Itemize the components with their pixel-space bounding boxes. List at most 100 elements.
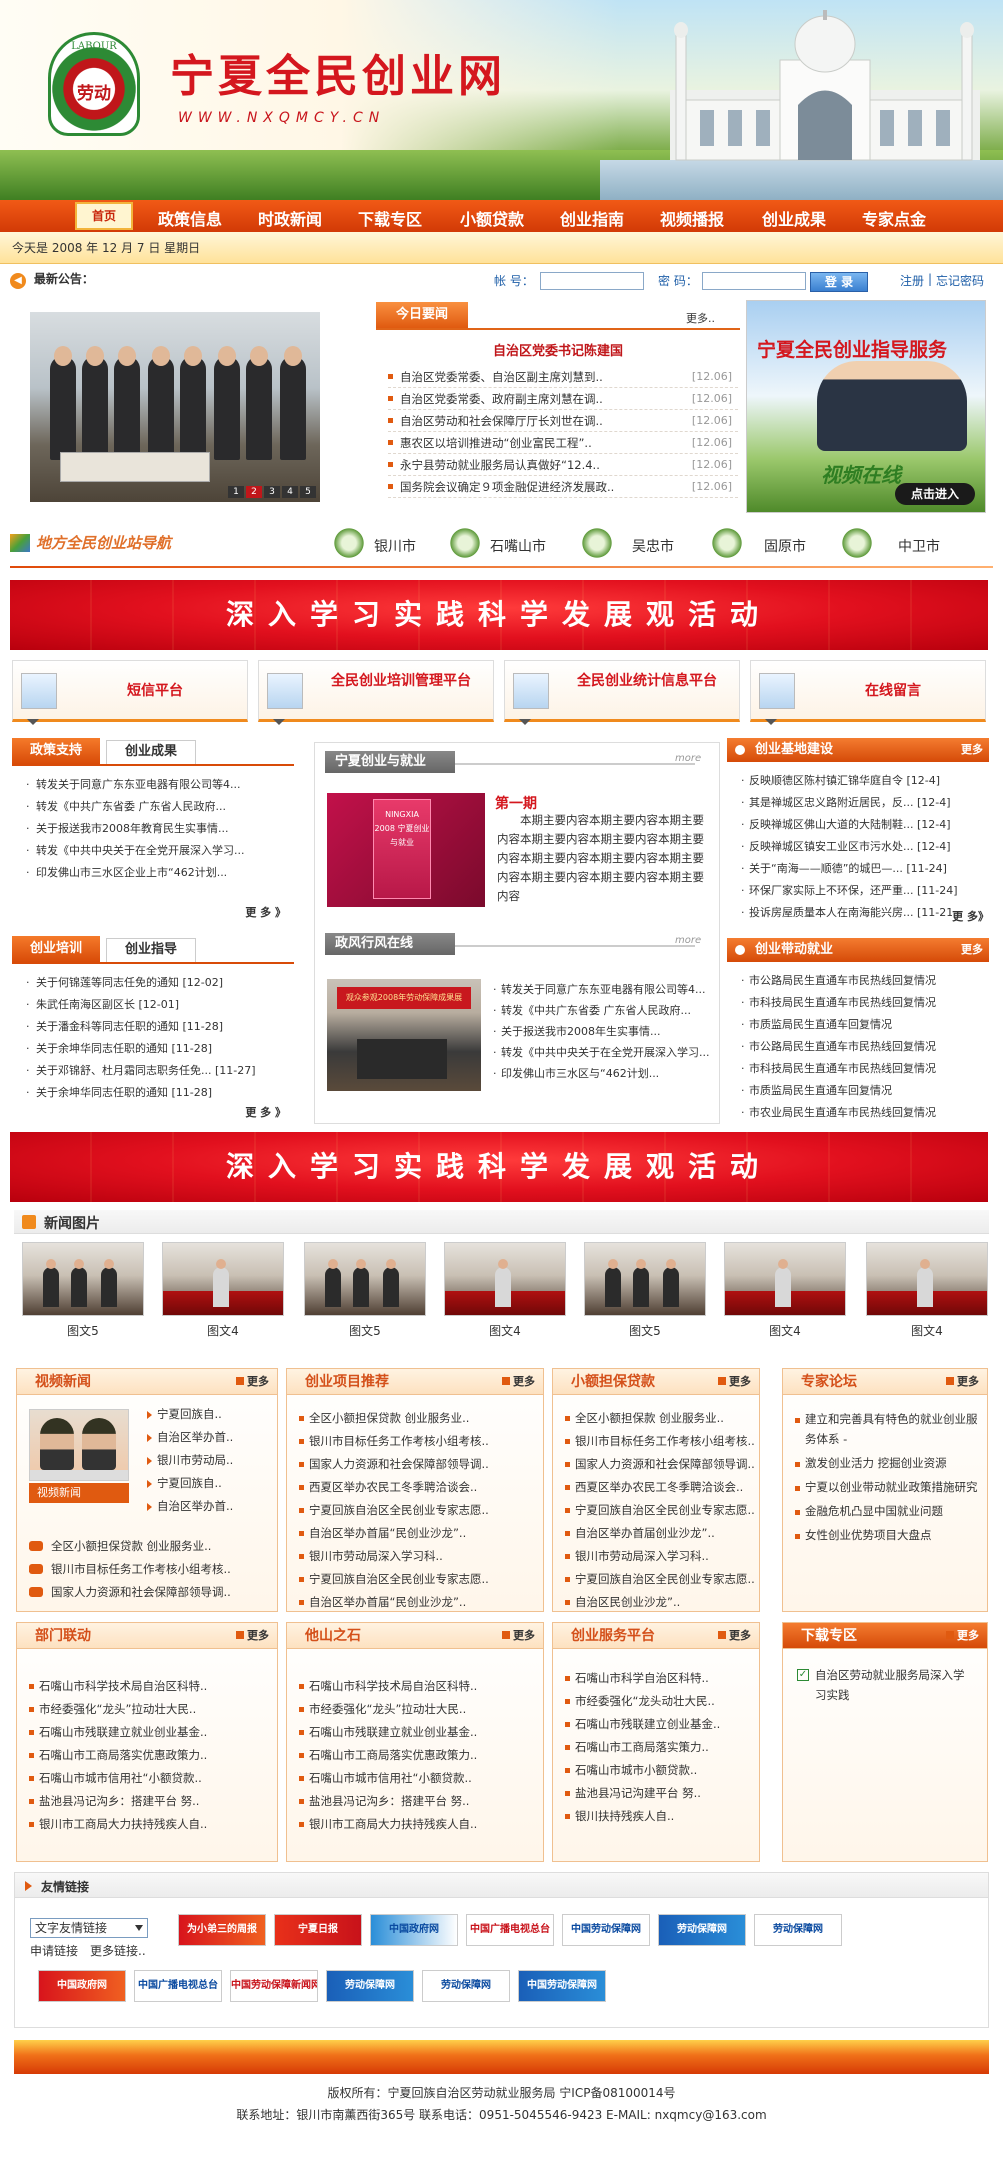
list-item[interactable]: 银川市工商局大力扶持残疾人自.. <box>299 1813 539 1836</box>
list-item[interactable]: 反映顺德区陈村镇汇锦华庭自令 [12-4] <box>741 770 981 792</box>
thumbnail-caption[interactable]: 图文4 <box>444 1322 566 1339</box>
service-statistics[interactable]: 全民创业统计信息平台 <box>504 660 740 725</box>
partner-link[interactable]: 劳动保障网 <box>326 1970 414 2002</box>
nav-item-video[interactable]: 视频播报 <box>660 206 724 230</box>
slide-page[interactable]: 1 <box>228 486 244 498</box>
more-links[interactable]: 更多链接.. <box>90 1942 146 1959</box>
list-item[interactable]: 西夏区举办农民工冬季聘洽谈会.. <box>299 1476 539 1499</box>
list-item[interactable]: 市农业局民生直通车市民热线回复情况 <box>741 1102 981 1124</box>
list-item[interactable]: 石嘴山市工商局落实策力.. <box>565 1736 755 1759</box>
links-select[interactable]: 文字友情链接 <box>30 1918 148 1938</box>
nav-item-results[interactable]: 创业成果 <box>762 206 826 230</box>
list-item[interactable]: 市经委强化“龙头”拉动壮大民.. <box>29 1698 269 1721</box>
list-item[interactable]: 银川扶持残疾人自.. <box>565 1805 755 1828</box>
list-item[interactable]: 建立和完善具有特色的就业创业服务体系 - <box>795 1409 979 1449</box>
thumbnail-caption[interactable]: 图文5 <box>304 1322 426 1339</box>
partner-link[interactable]: 中国广播电视总台 <box>134 1970 222 2002</box>
list-item[interactable]: 银川市目标任务工作考核小组考核.. <box>29 1558 269 1581</box>
news-item[interactable]: 永宁县劳动就业服务局认真做好“12.4.. [12.06] <box>388 454 738 476</box>
list-item[interactable]: 石嘴山市科学自治区科特.. <box>565 1667 755 1690</box>
list-item[interactable]: 宁夏回族自治区全民创业专家志愿.. <box>299 1568 539 1591</box>
register-link[interactable]: 注册 <box>900 272 924 289</box>
login-button[interactable]: 登 录 <box>810 272 868 292</box>
list-item[interactable]: 银川市劳动局.. <box>147 1449 271 1472</box>
list-item[interactable]: 激发创业活力 挖掘创业资源 <box>795 1453 979 1473</box>
list-item[interactable]: 市科技局民生直通车市民热线回复情况 <box>741 1058 981 1080</box>
list-item[interactable]: 关于报送我市2008年教育民生实事情... <box>26 818 296 840</box>
more-link[interactable]: 更多 <box>718 1369 751 1395</box>
list-item[interactable]: 转发关于同意广东东亚电器有限公司等4... <box>493 979 713 1000</box>
list-item[interactable]: 朱武任南海区副区长 [12-01] <box>26 994 296 1016</box>
more-link[interactable]: 更多 <box>718 1623 751 1649</box>
guidance-ad[interactable]: 宁夏全民创业指导服务 视频在线 点击进入 <box>746 300 986 513</box>
tab-results[interactable]: 创业成果 <box>106 740 196 764</box>
news-thumbnail[interactable] <box>304 1242 426 1316</box>
account-input[interactable] <box>540 272 644 290</box>
list-item[interactable]: 宁夏回族自治区全民创业专家志愿.. <box>565 1568 755 1591</box>
list-item[interactable]: 自治区民创业沙龙”.. <box>565 1591 755 1614</box>
slide-page[interactable]: 4 <box>282 486 298 498</box>
list-item[interactable]: 市公路局民生直通车市民热线回复情况 <box>741 970 981 992</box>
news-item[interactable]: 自治区党委常委、自治区副主席刘慧到.. [12.06] <box>388 366 738 388</box>
list-item[interactable]: 石嘴山市科学技术局自治区科特.. <box>29 1675 269 1698</box>
list-item[interactable]: 市经委强化“龙头”拉动壮大民.. <box>299 1698 539 1721</box>
partner-link[interactable]: 劳动保障网 <box>754 1914 842 1946</box>
headline[interactable]: 自治区党委书记陈建国 <box>376 340 740 359</box>
list-item[interactable]: 国家人力资源和社会保障部领导调.. <box>565 1453 755 1476</box>
campaign-banner[interactable]: 深入学习实践科学发展观活动 <box>10 580 988 650</box>
slide-page[interactable]: 3 <box>264 486 280 498</box>
list-item[interactable]: 市质监局民生直通车回复情况 <box>741 1014 981 1036</box>
city-yinchuan[interactable]: 银川市 <box>374 536 416 556</box>
thumbnail-caption[interactable]: 图文4 <box>866 1322 988 1339</box>
list-item[interactable]: 反映禅城区镇安工业区市污水处... [12-4] <box>741 836 981 858</box>
news-thumbnail[interactable] <box>162 1242 284 1316</box>
more-link[interactable]: 更多 <box>946 1623 979 1649</box>
list-item[interactable]: 自治区举办首届“民创业沙龙”.. <box>299 1522 539 1545</box>
thumbnail-caption[interactable]: 图文5 <box>584 1322 706 1339</box>
more-link[interactable]: 更多 <box>946 1369 979 1395</box>
more-link[interactable]: 更多 <box>961 938 983 962</box>
list-item[interactable]: 石嘴山市科学技术局自治区科特.. <box>299 1675 539 1698</box>
news-thumbnail[interactable] <box>866 1242 988 1316</box>
news-item[interactable]: 国务院会议确定９项金融促进经济发展政.. [12.06] <box>388 476 738 498</box>
list-item[interactable]: 国家人力资源和社会保障部领导调.. <box>299 1453 539 1476</box>
list-item[interactable]: 反映禅城区佛山大道的大陆制鞋... [12-4] <box>741 814 981 836</box>
city-shizuishan[interactable]: 石嘴山市 <box>490 536 546 556</box>
list-item[interactable]: 自治区举办首届“民创业沙龙”.. <box>299 1591 539 1614</box>
service-training[interactable]: 全民创业培训管理平台 <box>258 660 494 725</box>
list-item[interactable]: 宁夏回族自治区全民创业专家志愿.. <box>299 1499 539 1522</box>
list-item[interactable]: 投诉房屋质量本人在南海能兴房... [11-21] <box>741 902 981 924</box>
list-item[interactable]: 关于邓锦舒、杜月霜同志职务任免... [11-27] <box>26 1060 296 1082</box>
city-zhongwei[interactable]: 中卫市 <box>898 536 940 556</box>
list-item[interactable]: 女性创业优势项目大盘点 <box>795 1525 979 1545</box>
more-link[interactable]: more <box>675 753 701 764</box>
campaign-banner[interactable]: 深入学习实践科学发展观活动 <box>10 1132 988 1202</box>
tab-guidance[interactable]: 创业指导 <box>106 938 196 962</box>
list-item[interactable]: 盐池县冯记沟乡：搭建平台 努.. <box>299 1790 539 1813</box>
nav-item-loans[interactable]: 小额贷款 <box>460 206 524 230</box>
more-link[interactable]: 更多 <box>502 1623 535 1649</box>
list-item[interactable]: 转发《中共中央关于在全党开展深入学习... <box>493 1042 713 1063</box>
list-item[interactable]: 宁夏回族自.. <box>147 1472 271 1495</box>
apply-link[interactable]: 申请链接 <box>30 1942 78 1959</box>
list-item[interactable]: 银川市劳动局深入学习科.. <box>299 1545 539 1568</box>
list-item[interactable]: 西夏区举办农民工冬季聘洽谈会.. <box>565 1476 755 1499</box>
today-news-tab[interactable]: 今日要闻 <box>376 302 468 328</box>
list-item[interactable]: 石嘴山市城市信用社“小额贷款.. <box>299 1767 539 1790</box>
list-item[interactable]: 关于余坤华同志任职的通知 [11-28] <box>26 1082 296 1104</box>
service-sms[interactable]: 短信平台 <box>12 660 248 725</box>
today-news-more[interactable]: 更多.. <box>686 310 715 326</box>
forgot-password-link[interactable]: 忘记密码 <box>936 272 984 289</box>
city-wuzhong[interactable]: 吴忠市 <box>632 536 674 556</box>
more-link[interactable]: 更 多》 <box>952 908 989 924</box>
news-thumbnail[interactable] <box>724 1242 846 1316</box>
slide-page[interactable]: 2 <box>246 486 262 498</box>
more-link[interactable]: 更 多 》 <box>245 904 286 920</box>
list-item[interactable]: 石嘴山市城市小额贷款.. <box>565 1759 755 1782</box>
partner-link[interactable]: 中国广播电视总台 <box>466 1914 554 1946</box>
more-link[interactable]: more <box>675 935 701 946</box>
city-guyuan[interactable]: 固原市 <box>764 536 806 556</box>
news-item[interactable]: 自治区劳动和社会保障厅厅长刘世在调.. [12.06] <box>388 410 738 432</box>
list-item[interactable]: 市科技局民生直通车市民热线回复情况 <box>741 992 981 1014</box>
list-item[interactable]: 市质监局民生直通车回复情况 <box>741 1080 981 1102</box>
